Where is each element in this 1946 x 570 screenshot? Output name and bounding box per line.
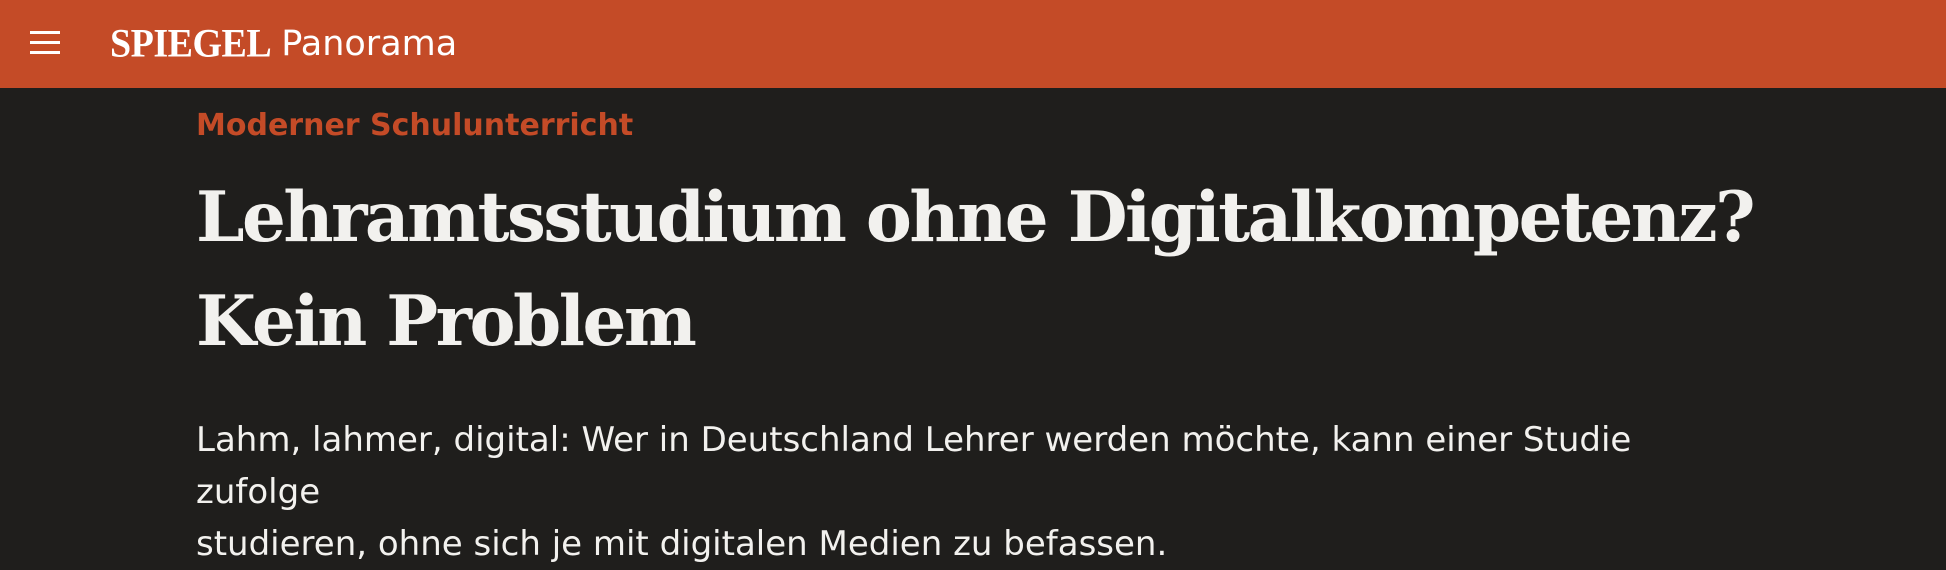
article-header: Moderner Schulunterricht Lehramtsstudium…	[196, 88, 1756, 570]
hamburger-menu-icon[interactable]	[28, 27, 64, 59]
headline-line-2: Kein Problem	[196, 281, 697, 362]
headline-line-1: Lehramtsstudium ohne Digitalkompetenz?	[196, 177, 1756, 258]
article-lead: Lahm, lahmer, digital: Wer in Deutschlan…	[196, 414, 1756, 570]
spiegel-logo[interactable]: SPIEGEL	[110, 24, 272, 64]
section-link-panorama[interactable]: Panorama	[281, 26, 457, 62]
brand: SPIEGEL Panorama	[110, 18, 457, 70]
article-kicker: Moderner Schulunterricht	[196, 108, 634, 143]
article-headline: Lehramtsstudium ohne Digitalkompetenz? K…	[196, 166, 1756, 374]
top-navigation-bar: SPIEGEL Panorama	[0, 0, 1946, 88]
lead-line-2: studieren, ohne sich je mit digitalen Me…	[196, 524, 1168, 564]
lead-line-1: Lahm, lahmer, digital: Wer in Deutschlan…	[196, 420, 1632, 512]
